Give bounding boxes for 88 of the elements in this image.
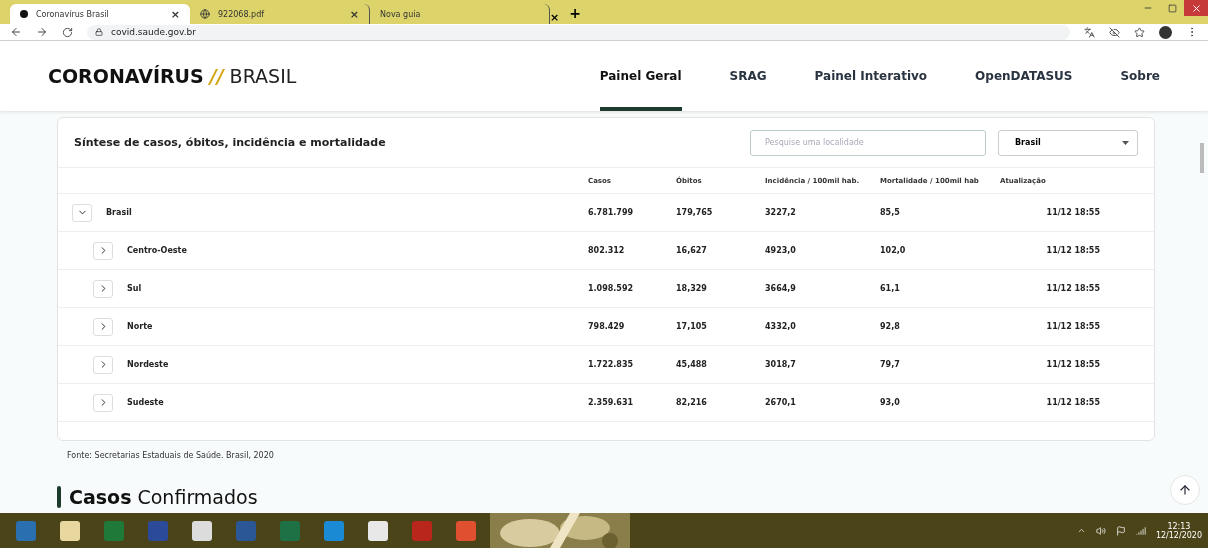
table-cell-text: 82,216 bbox=[676, 398, 708, 407]
tab-close-button[interactable]: × bbox=[550, 11, 560, 24]
back-icon[interactable] bbox=[10, 26, 22, 38]
table-cell-text: 85,5 bbox=[880, 208, 901, 217]
address-field[interactable]: covid.saude.gov.br bbox=[87, 24, 1070, 40]
table-cell-text: 11/12 18:55 bbox=[1045, 360, 1100, 369]
region-name: Nordeste bbox=[127, 360, 169, 369]
taskbar-clock[interactable]: 12:13 12/12/2020 bbox=[1155, 521, 1202, 540]
volume-icon[interactable] bbox=[1095, 525, 1106, 536]
expand-toggle[interactable] bbox=[93, 241, 113, 260]
logo-text: CORONAVÍRUS bbox=[48, 65, 204, 87]
table-cell-text: 11/12 18:55 bbox=[1045, 284, 1100, 293]
tab-title: 922068.pdf bbox=[218, 9, 266, 19]
region-name: Sul bbox=[127, 284, 142, 293]
location-select[interactable]: Brasil bbox=[998, 129, 1138, 156]
region-name: Sudeste bbox=[127, 398, 164, 407]
table-cell-text: 11/12 18:55 bbox=[1045, 322, 1100, 331]
section-heading: Casos Confirmados bbox=[69, 486, 258, 508]
browser-tab[interactable]: Coronavírus Brasil × bbox=[10, 4, 190, 24]
table-cell-text: 17,105 bbox=[676, 322, 708, 331]
table-cell-text: 798.429 bbox=[588, 322, 626, 331]
table-cell-text: 2670,1 bbox=[765, 398, 797, 407]
logo-slashes: // bbox=[209, 65, 224, 87]
tab-title: Coronavírus Brasil bbox=[36, 9, 110, 19]
nav-link[interactable]: Painel Interativo bbox=[814, 41, 928, 111]
reload-icon[interactable] bbox=[62, 26, 73, 38]
table-cell-text: 11/12 18:55 bbox=[1045, 246, 1100, 255]
site-favicon-icon bbox=[20, 10, 28, 18]
close-button[interactable] bbox=[1184, 0, 1208, 16]
nav-link[interactable]: Sobre bbox=[1120, 41, 1160, 111]
tab-title: Nova guia bbox=[380, 9, 422, 19]
table-cell-text: 45,488 bbox=[676, 360, 708, 369]
flag-icon[interactable] bbox=[1115, 525, 1126, 536]
table-cell-text: 4332,0 bbox=[765, 322, 797, 331]
profile-avatar[interactable] bbox=[1159, 25, 1172, 39]
translate-icon[interactable] bbox=[1084, 26, 1095, 38]
logo-text: BRASIL bbox=[229, 65, 297, 87]
arrow-up-icon bbox=[1178, 483, 1192, 497]
maximize-icon bbox=[1167, 3, 1177, 13]
eye-off-icon[interactable] bbox=[1109, 26, 1120, 38]
table-cell-text: 1.098.592 bbox=[588, 284, 635, 293]
region-name: Centro-Oeste bbox=[127, 246, 187, 255]
table-cell-text: 1.722.835 bbox=[588, 360, 635, 369]
expand-toggle[interactable] bbox=[93, 279, 113, 298]
tray-expand-icon[interactable] bbox=[1076, 526, 1086, 535]
tab-close-button[interactable]: × bbox=[349, 7, 359, 21]
source-note: Fonte: Secretarias Estaduais de Saúde. Brasil, 2020 bbox=[67, 451, 275, 460]
table-cell-text: 11/12 18:55 bbox=[1045, 208, 1100, 217]
nav-link[interactable]: OpenDATASUS bbox=[975, 41, 1073, 111]
search-field[interactable]: Pesquise uma localidade bbox=[750, 129, 986, 156]
table-cell-text: 3664,9 bbox=[765, 284, 797, 293]
new-tab-button[interactable]: + bbox=[569, 5, 581, 21]
card-title: Síntese de casos, óbitos, incidência e mortalidade bbox=[74, 136, 387, 149]
table-cell-text: 6.781.799 bbox=[588, 208, 635, 217]
expand-toggle[interactable] bbox=[93, 355, 113, 374]
signal-icon[interactable] bbox=[1135, 525, 1146, 536]
globe-icon bbox=[200, 9, 210, 19]
forward-icon[interactable] bbox=[36, 26, 48, 38]
table-cell-text: 93,0 bbox=[880, 398, 901, 407]
tab-close-button[interactable]: × bbox=[170, 7, 180, 21]
table-cell-text: 3227,2 bbox=[765, 208, 797, 217]
table-cell-text: 802.312 bbox=[588, 246, 626, 255]
expand-toggle[interactable] bbox=[93, 393, 113, 412]
region-name: Norte bbox=[127, 322, 153, 331]
section-accent-bar bbox=[57, 486, 61, 508]
dropdown-caret-icon bbox=[1122, 140, 1129, 145]
table-cell-text: 92,8 bbox=[880, 322, 901, 331]
table-cell-text: 102,0 bbox=[880, 246, 907, 255]
table-cell-text: 16,627 bbox=[676, 246, 708, 255]
table-cell-text: 179,765 bbox=[676, 208, 714, 217]
nav-link[interactable]: Painel Geral bbox=[599, 41, 682, 111]
nav-link[interactable]: SRAG bbox=[729, 41, 767, 111]
scrollbar-thumb[interactable] bbox=[1200, 143, 1204, 173]
table-cell-text: 18,329 bbox=[676, 284, 708, 293]
lock-icon bbox=[95, 28, 103, 36]
close-icon bbox=[1190, 2, 1202, 14]
table-cell-text: 61,1 bbox=[880, 284, 901, 293]
table-cell-text: 2.359.631 bbox=[588, 398, 635, 407]
url-text: covid.saude.gov.br bbox=[111, 27, 196, 37]
expand-toggle[interactable] bbox=[93, 317, 113, 336]
table-cell-text: 4923,0 bbox=[765, 246, 797, 255]
scroll-top-button[interactable] bbox=[1170, 475, 1200, 505]
table-cell-text: 3018,7 bbox=[765, 360, 797, 369]
region-name: Brasil bbox=[106, 208, 132, 217]
expand-toggle[interactable] bbox=[72, 203, 92, 222]
table-cell-text: 79,7 bbox=[880, 360, 901, 369]
table-cell-text: 11/12 18:55 bbox=[1045, 398, 1100, 407]
star-icon[interactable] bbox=[1134, 26, 1145, 38]
